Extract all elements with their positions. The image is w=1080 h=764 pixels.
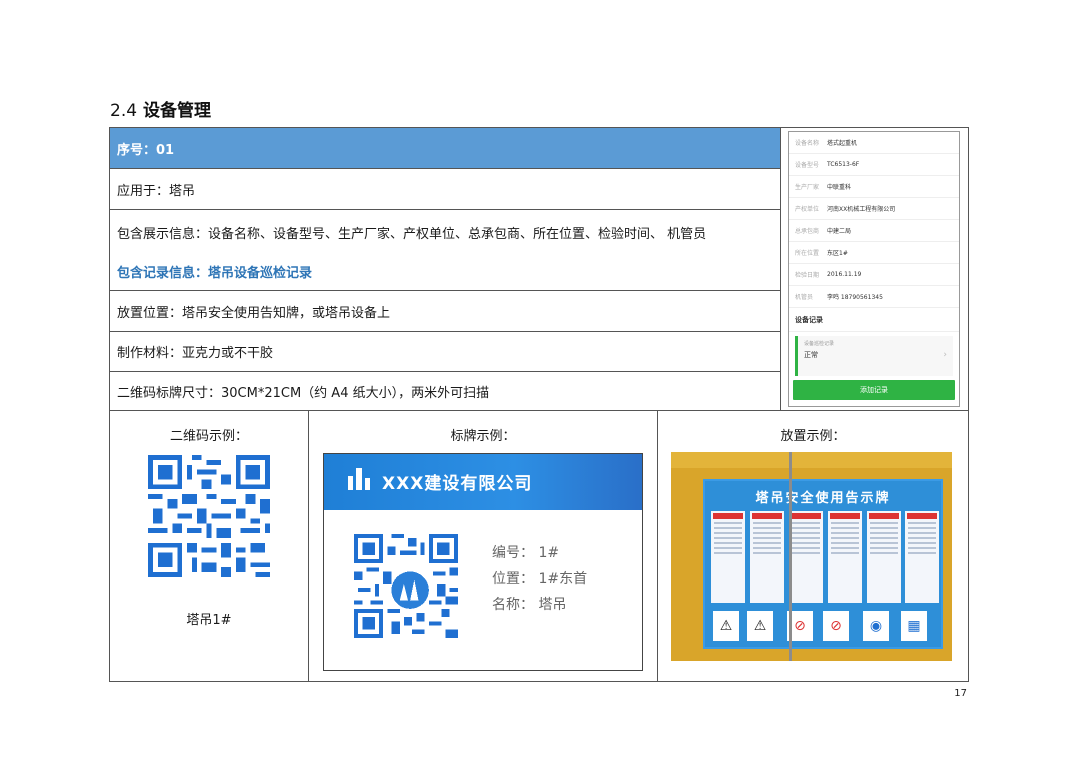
board-qr-code-icon: ▦ bbox=[901, 611, 927, 641]
phone-screenshot-cell: 设备名称 塔式起重机 设备型号 TC6513-6F 生产厂家 中联重科 产权单位 河南X… bbox=[780, 128, 968, 411]
qr-code-icon bbox=[148, 455, 270, 577]
section-title: 2.4 设备管理 bbox=[110, 96, 211, 121]
notice-panel bbox=[828, 511, 862, 603]
sign-example-title: 标牌示例： bbox=[450, 429, 516, 444]
record-info-text: 包含记录信息：塔吊设备巡检记录 bbox=[117, 266, 313, 281]
display-info-text: 包含展示信息：设备名称、设备型号、生产厂家、产权单位、总承包商、所在位置、检验时… bbox=[117, 227, 707, 242]
phone-field: 检验日期 2016.11.19 bbox=[789, 264, 959, 286]
placement-label: 放置位置：塔吊安全使用告知牌，或塔吊设备上 bbox=[117, 305, 391, 321]
phone-field: 所在位置 东区1# bbox=[789, 242, 959, 264]
equipment-table: 序号：01 应用于：塔吊 包含展示信息：设备名称、设备型号、生产厂家、产权单位、… bbox=[109, 127, 969, 682]
phone-field: 设备型号 TC6513-6F bbox=[789, 154, 959, 176]
mandatory-sign-icon: ◉ bbox=[863, 611, 889, 641]
notice-board: 塔吊安全使用告示牌 ⚠ ⚠ ⊘ ⊘ ◉ ▦ bbox=[703, 479, 943, 649]
qr-example-title: 二维码示例： bbox=[169, 429, 248, 444]
phone-field: 机管员 李鸣 18790561345 bbox=[789, 286, 959, 308]
applies-label: 应用于：塔吊 bbox=[117, 183, 196, 199]
phone-field: 生产厂家 中联重科 bbox=[789, 176, 959, 198]
size-row: 二维码标牌尺寸：30CM*21CM（约 A4 纸大小），两米外可扫描 bbox=[110, 372, 780, 411]
notice-board-title: 塔吊安全使用告示牌 bbox=[755, 491, 891, 506]
page-number: 17 bbox=[954, 688, 967, 699]
notice-panel bbox=[711, 511, 745, 603]
phone-field: 总承包商 中建二局 bbox=[789, 220, 959, 242]
placement-row: 放置位置：塔吊安全使用告知牌，或塔吊设备上 bbox=[110, 291, 780, 332]
notice-panel bbox=[750, 511, 784, 603]
sign-plate: XXX建设有限公司 编号： 1# 位置： 1#东首 名称： 塔吊 bbox=[323, 453, 643, 671]
warning-sign-icon: ⚠ bbox=[747, 611, 773, 641]
warning-sign-icon: ⚠ bbox=[713, 611, 739, 641]
sign-example-cell: 标牌示例： XXX建设有限公司 编号： 1# 位置： 1#东首 名称： 塔吊 bbox=[309, 411, 658, 681]
material-row: 制作材料：亚克力或不干胶 bbox=[110, 332, 780, 372]
sign-number: 编号： 1# bbox=[492, 545, 560, 561]
prohibition-sign-icon: ⊘ bbox=[823, 611, 849, 641]
company-logo-icon bbox=[348, 468, 370, 490]
notice-panel bbox=[905, 511, 939, 603]
material-label: 制作材料：亚克力或不干胶 bbox=[117, 346, 274, 361]
serial-row: 序号：01 bbox=[110, 128, 780, 169]
serial-label: 序号：01 bbox=[117, 142, 175, 158]
phone-field: 设备名称 塔式起重机 bbox=[789, 132, 959, 154]
sign-position: 位置： 1#东首 bbox=[492, 571, 588, 587]
crane-beam bbox=[671, 452, 952, 468]
qr-example-cell: 二维码示例： 塔吊1# bbox=[110, 411, 309, 681]
phone-screenshot: 设备名称 塔式起重机 设备型号 TC6513-6F 生产厂家 中联重科 产权单位 河南X… bbox=[788, 131, 960, 407]
company-name: XXX建设有限公司 bbox=[382, 474, 533, 494]
info-row: 包含展示信息：设备名称、设备型号、生产厂家、产权单位、总承包商、所在位置、检验时… bbox=[110, 210, 780, 291]
applies-row: 应用于：塔吊 bbox=[110, 169, 780, 210]
sign-qr-code-icon bbox=[354, 534, 458, 638]
crane-rope bbox=[789, 452, 792, 661]
section-title-text: 设备管理 bbox=[142, 101, 211, 121]
notice-panel bbox=[789, 511, 823, 603]
section-number: 2.4 bbox=[110, 101, 138, 121]
qr-caption: 塔吊1# bbox=[186, 613, 232, 628]
record-status: 正常 bbox=[804, 351, 818, 359]
placement-photo: 塔吊安全使用告示牌 ⚠ ⚠ ⊘ ⊘ ◉ ▦ bbox=[671, 452, 952, 661]
record-title: 设备巡检记录 bbox=[804, 341, 835, 347]
size-label: 二维码标牌尺寸：30CM*21CM（约 A4 纸大小），两米外可扫描 bbox=[117, 385, 490, 401]
placement-example-cell: 放置示例： 塔吊安全使用告示牌 ⚠ ⚠ ⊘ ⊘ ◉ ▦ bbox=[658, 411, 968, 681]
record-item[interactable]: 设备巡检记录 正常 › bbox=[795, 336, 953, 376]
add-record-button[interactable]: 添加记录 bbox=[793, 380, 955, 400]
chevron-right-icon: › bbox=[943, 350, 947, 360]
sign-name: 名称： 塔吊 bbox=[492, 597, 567, 613]
placement-example-title: 放置示例： bbox=[780, 429, 846, 444]
phone-field: 产权单位 河南XX机械工程有限公司 bbox=[789, 198, 959, 220]
records-heading: 设备记录 bbox=[789, 308, 959, 332]
notice-panel bbox=[867, 511, 901, 603]
examples-row: 二维码示例： 塔吊1# 标牌示例： XXX建设有限公司 编号： 1# 位置： 1… bbox=[110, 411, 968, 681]
